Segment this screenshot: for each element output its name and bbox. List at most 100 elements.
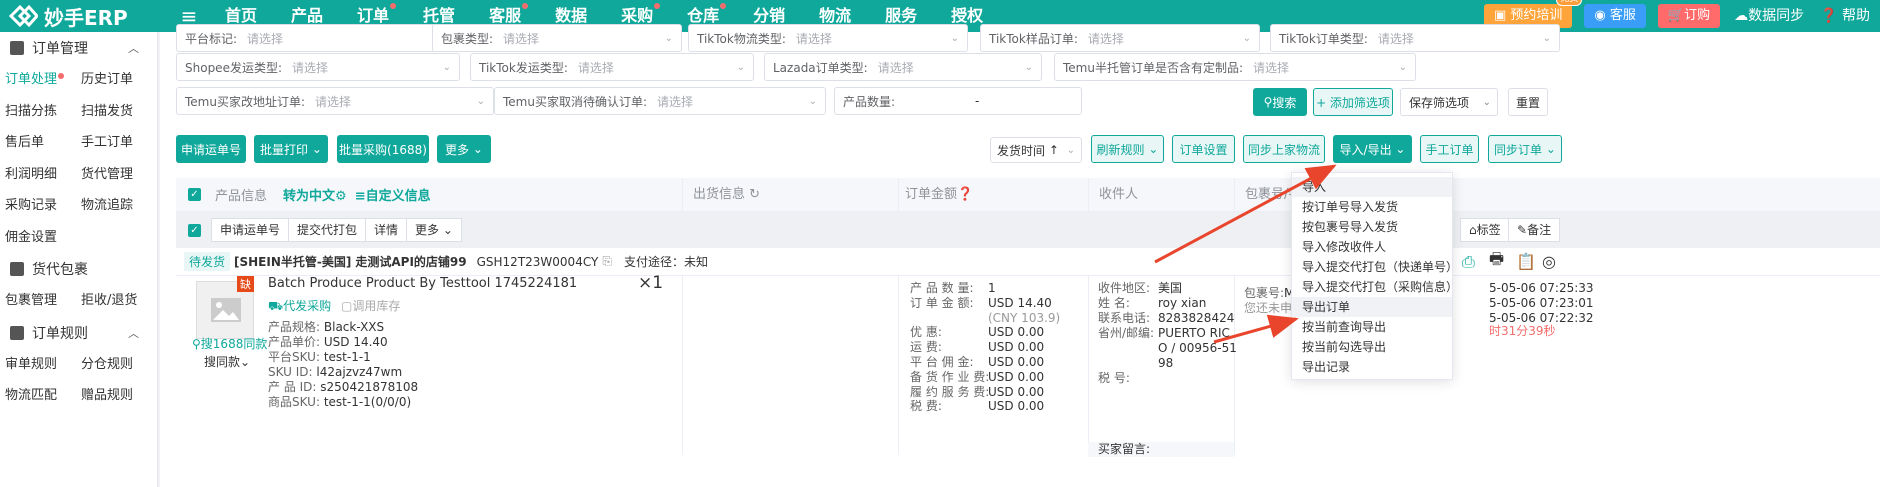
- sidebar-item[interactable]: 利润明细: [5, 159, 81, 191]
- sidebar-group-items: 包裹管理 拒收/退货: [0, 285, 157, 317]
- chevron-down-icon: ⌄: [1482, 96, 1491, 108]
- filter-row1-1[interactable]: TikTok发运类型: 请选择 ⌄: [470, 53, 754, 81]
- chevron-down-icon: ⌄: [1542, 32, 1551, 44]
- search-button[interactable]: ⚲ 搜索: [1253, 88, 1307, 116]
- help-button[interactable]: ❓ 帮助: [1818, 4, 1872, 28]
- refresh-rules-label: 刷新规则: [1096, 142, 1145, 157]
- sidebar-group-0[interactable]: 订单管理 ︿: [0, 32, 157, 64]
- filter-row0-0[interactable]: 平台标记:请选择⌄: [176, 24, 466, 52]
- menu-item-9[interactable]: 导出记录: [1292, 357, 1452, 377]
- refresh-rules-button[interactable]: 刷新规则 ⌄: [1091, 135, 1164, 163]
- sidebar-item[interactable]: 扫描发货: [81, 96, 157, 128]
- chevron-down-icon: ⌄: [442, 61, 451, 73]
- batch-purchase-button[interactable]: 批量采购(1688): [337, 135, 429, 163]
- filter-row0-4[interactable]: TikTok订单类型: 请选择 ⌄: [1270, 24, 1560, 52]
- order-settings-button[interactable]: 订单设置: [1172, 135, 1235, 163]
- nav-label: 仓库: [687, 6, 720, 25]
- filter-label: Temu半托管订单是否含有定制品:: [1063, 60, 1244, 75]
- menu-item-3[interactable]: 导入修改收件人: [1292, 237, 1452, 257]
- filter-row1-3[interactable]: Temu半托管订单是否含有定制品: 请选择 ⌄: [1054, 53, 1416, 81]
- sidebar-item[interactable]: 赠品规则: [81, 380, 157, 412]
- filter-row0-3[interactable]: TikTok样品订单: 请选择 ⌄: [980, 24, 1260, 52]
- filter-label: 平台标记:: [185, 31, 238, 46]
- import-export-menu: 导入 按订单号导入发货 按包裹号导入发货 导入修改收件人 导入提交代打包（快递单号） 导入…: [1291, 172, 1458, 380]
- group-icon: [10, 41, 24, 55]
- subscribe-label: 订购: [1684, 8, 1711, 23]
- import-export-button[interactable]: 导入/导出 ⌄: [1333, 135, 1412, 163]
- sidebar-group-2[interactable]: 订单规则 ︿: [0, 317, 157, 349]
- chevron-up-icon[interactable]: ︿: [128, 40, 139, 56]
- menu-item-6[interactable]: 导出订单: [1292, 297, 1452, 317]
- search-label: 搜索: [1272, 95, 1297, 110]
- nav-label: 托管: [423, 6, 456, 25]
- menu-item-2[interactable]: 按包裹号导入发货: [1292, 217, 1452, 237]
- app-logo[interactable]: 妙手ERP: [0, 2, 170, 31]
- sidebar-group-title: 订单管理: [32, 41, 88, 57]
- chevron-up-icon[interactable]: ︿: [128, 325, 139, 341]
- sidebar-item[interactable]: 分仓规则: [81, 349, 157, 381]
- filter-row2-2[interactable]: 产品数量: -: [834, 87, 1082, 115]
- menu-item-8[interactable]: 按当前勾选导出: [1292, 337, 1452, 357]
- filter-row1-0[interactable]: Shopee发运类型: 请选择 ⌄: [176, 53, 460, 81]
- sidebar-item[interactable]: 采购记录: [5, 190, 81, 222]
- import-export-label: 导入/导出: [1339, 142, 1392, 157]
- filter-placeholder: 请选择: [247, 31, 284, 46]
- nav-label: 数据: [555, 6, 588, 25]
- logo-icon: [8, 4, 38, 28]
- filter-placeholder: -: [975, 94, 980, 108]
- menu-item-1[interactable]: 按订单号导入发货: [1292, 197, 1452, 217]
- sidebar-item[interactable]: 售后单: [5, 127, 81, 159]
- sidebar-item[interactable]: 手工订单: [81, 127, 157, 159]
- sidebar-group-1[interactable]: 货代包裹: [0, 253, 157, 285]
- filter-row0-2[interactable]: TikTok物流类型: 请选择 ⌄: [688, 24, 968, 52]
- apply-waybill-button[interactable]: 申请运单号: [176, 135, 246, 163]
- menu-item-5[interactable]: 导入提交代打包（采购信息）: [1292, 277, 1458, 297]
- menu-item-4[interactable]: 导入提交代打包（快递单号）: [1292, 257, 1458, 277]
- chevron-down-icon: ⌄: [1398, 61, 1407, 73]
- menu-item-7[interactable]: 按当前查询导出: [1292, 317, 1452, 337]
- data-sync-label: 数据同步: [1748, 8, 1805, 24]
- filter-placeholder: 请选择: [877, 60, 914, 75]
- nav-label: 分销: [753, 6, 786, 25]
- add-filter-button[interactable]: + 添加筛选项: [1313, 88, 1393, 116]
- save-filter-button[interactable]: 保存筛选项 ⌄: [1400, 88, 1498, 116]
- filter-label: TikTok样品订单:: [989, 31, 1078, 46]
- chevron-down-icon: ⌄: [950, 32, 959, 44]
- filter-row1-2[interactable]: Lazada订单类型: 请选择 ⌄: [764, 53, 1042, 81]
- batch-print-button[interactable]: 批量打印 ⌄: [254, 135, 328, 163]
- filter-label: 产品数量:: [843, 94, 896, 109]
- sync-logistics-button[interactable]: 同步上家物流: [1243, 135, 1325, 163]
- sort-select[interactable]: 发货时间 ↑ ⌄: [990, 137, 1082, 163]
- menu-item-0[interactable]: 导入: [1292, 177, 1452, 197]
- service-button[interactable]: ◉ 客服: [1584, 4, 1646, 28]
- sort-label: 发货时间: [997, 143, 1046, 158]
- chevron-down-icon: ⌄: [1024, 61, 1033, 73]
- chevron-down-icon: ⌄: [476, 95, 485, 107]
- more-label: 更多: [445, 142, 470, 157]
- filter-row2-0[interactable]: Temu买家改地址订单: 请选择 ⌄: [176, 87, 494, 115]
- sidebar-item[interactable]: 审单规则: [5, 349, 81, 381]
- sidebar-item[interactable]: 包裹管理: [5, 285, 81, 317]
- reset-button[interactable]: 重置: [1508, 88, 1548, 116]
- subscribe-button[interactable]: 🛒订购: [1657, 4, 1721, 28]
- sidebar-item[interactable]: 物流匹配: [5, 380, 81, 412]
- data-sync-button[interactable]: ☁数据同步: [1732, 4, 1806, 28]
- sidebar-item[interactable]: 拒收/退货: [81, 285, 157, 317]
- filter-row0-1[interactable]: 包裹类型: 请选择 ⌄: [432, 24, 682, 52]
- chevron-down-icon: ⌄: [736, 61, 745, 73]
- sidebar-item[interactable]: 佣金设置: [5, 222, 81, 254]
- more-button[interactable]: 更多 ⌄: [437, 135, 491, 163]
- logo-text: 妙手ERP: [44, 5, 128, 30]
- sidebar-item[interactable]: 扫描分拣: [5, 96, 81, 128]
- sidebar-item[interactable]: 历史订单: [81, 64, 157, 96]
- sync-order-button[interactable]: 同步订单 ⌄: [1488, 135, 1562, 163]
- sidebar-item[interactable]: 订单处理: [5, 64, 81, 96]
- sidebar-item[interactable]: 物流追踪: [81, 190, 157, 222]
- filter-row2-1[interactable]: Temu买家取消待确认订单: 请选择 ⌄: [494, 87, 826, 115]
- sidebar-item[interactable]: 货代管理: [81, 159, 157, 191]
- nav-label: 客服: [489, 6, 522, 25]
- filter-placeholder: 请选择: [577, 60, 614, 75]
- sidebar-group-title: 订单规则: [32, 325, 88, 342]
- sidebar-group-title: 货代包裹: [32, 262, 88, 278]
- manual-order-button[interactable]: 手工订单: [1420, 135, 1479, 163]
